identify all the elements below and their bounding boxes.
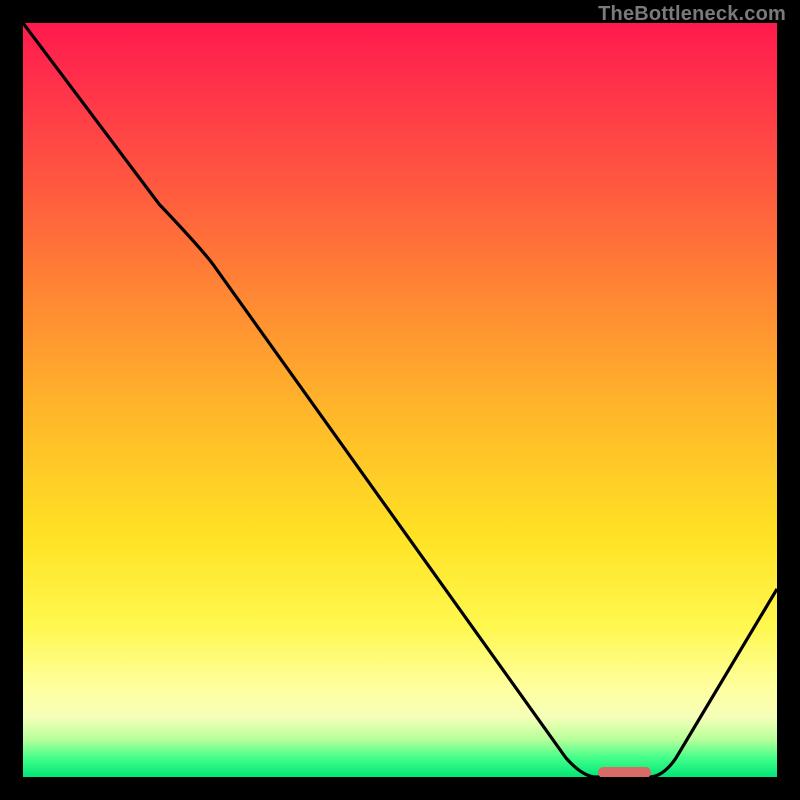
optimal-range-marker — [598, 767, 651, 777]
plot-area — [23, 23, 777, 777]
curve-path — [23, 23, 777, 777]
bottleneck-curve — [23, 23, 777, 777]
watermark-text: TheBottleneck.com — [598, 3, 786, 26]
chart-stage: TheBottleneck.com — [0, 0, 800, 800]
